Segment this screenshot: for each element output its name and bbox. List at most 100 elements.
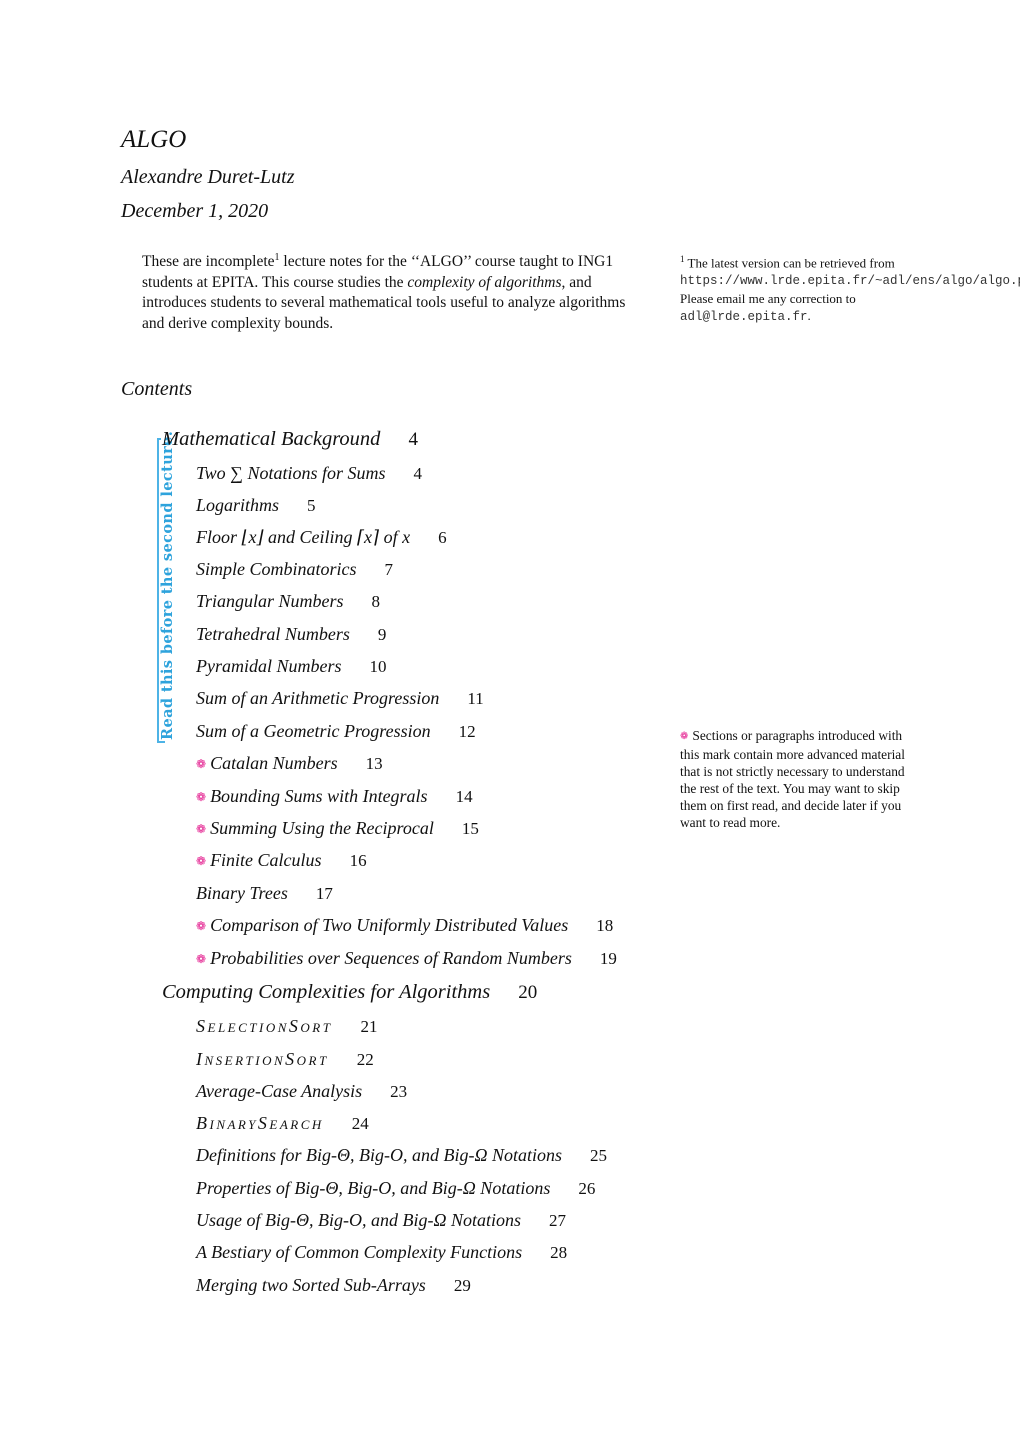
toc-section-entry[interactable]: Sum of an Arithmetic Progression 11: [196, 688, 484, 709]
toc-section-entry[interactable]: InsertionSort 22: [196, 1049, 374, 1070]
toc-entry-title[interactable]: Sum of a Geometric Progression: [196, 721, 431, 742]
toc-entry-page[interactable]: 6: [438, 528, 447, 548]
toc-entry-title[interactable]: Floor ⌊x⌋ and Ceiling ⌈x⌉ of x: [196, 527, 410, 548]
toc-entry-page[interactable]: 4: [408, 429, 418, 451]
toc-entry-page[interactable]: 15: [462, 819, 479, 839]
flower-icon: ❁: [680, 731, 689, 742]
abstract: These are incomplete1 lecture notes for …: [142, 248, 632, 334]
toc-entry-page[interactable]: 24: [352, 1114, 369, 1134]
toc-entry-page[interactable]: 29: [454, 1276, 471, 1296]
toc-entry-page[interactable]: 25: [590, 1146, 607, 1166]
toc-entry-page[interactable]: 10: [370, 657, 387, 677]
toc-section-entry[interactable]: ❁ Catalan Numbers 13: [196, 753, 383, 774]
toc-entry-title[interactable]: BinarySearch: [196, 1113, 324, 1134]
toc-entry-title[interactable]: Tetrahedral Numbers: [196, 624, 350, 645]
toc-entry-title[interactable]: Usage of Big-Θ, Big-O, and Big-Ω Notatio…: [196, 1210, 521, 1231]
toc-section-entry[interactable]: Simple Combinatorics 7: [196, 559, 393, 580]
toc-section-entry[interactable]: A Bestiary of Common Complexity Function…: [196, 1242, 567, 1263]
footnote-text: .: [807, 308, 811, 324]
sidebar-note: Read this before the second lecture.: [159, 430, 176, 740]
toc-entry-title[interactable]: Computing Complexities for Algorithms: [162, 981, 490, 1004]
toc-entry-page[interactable]: 27: [549, 1211, 566, 1231]
document-date: December 1, 2020: [121, 200, 269, 222]
toc-entry-page[interactable]: 21: [360, 1017, 377, 1037]
toc-entry-page[interactable]: 4: [414, 464, 423, 484]
toc-entry-page[interactable]: 26: [578, 1179, 595, 1199]
toc-entry-title[interactable]: Bounding Sums with Integrals: [210, 786, 428, 807]
toc-entry-page[interactable]: 16: [350, 851, 367, 871]
toc-entry-title[interactable]: Properties of Big-Θ, Big-O, and Big-Ω No…: [196, 1178, 550, 1199]
toc-entry-title[interactable]: Finite Calculus: [210, 850, 322, 871]
toc-entry-page[interactable]: 18: [596, 916, 613, 936]
document-title: ALGO: [121, 126, 187, 153]
toc-entry-title[interactable]: InsertionSort: [196, 1049, 329, 1070]
toc-section-entry[interactable]: Merging two Sorted Sub-Arrays 29: [196, 1275, 471, 1296]
toc-section-entry[interactable]: BinarySearch 24: [196, 1113, 369, 1134]
abstract-emphasis: complexity of algorithms: [407, 273, 562, 291]
flower-icon: ❁: [196, 854, 207, 868]
toc-section-entry[interactable]: Tetrahedral Numbers 9: [196, 624, 386, 645]
toc-section-entry[interactable]: Binary Trees 17: [196, 883, 333, 904]
toc-entry-page[interactable]: 20: [518, 982, 537, 1004]
toc-entry-title[interactable]: Binary Trees: [196, 883, 288, 904]
toc-section-entry[interactable]: Sum of a Geometric Progression 12: [196, 721, 476, 742]
toc-entry-page[interactable]: 17: [316, 884, 333, 904]
toc-section-entry[interactable]: Usage of Big-Θ, Big-O, and Big-Ω Notatio…: [196, 1210, 566, 1231]
toc-entry-title[interactable]: Summing Using the Reciprocal: [210, 818, 434, 839]
toc-entry-page[interactable]: 13: [366, 754, 383, 774]
toc-entry-title[interactable]: Simple Combinatorics: [196, 559, 357, 580]
toc-part-entry[interactable]: Mathematical Background 4: [162, 428, 418, 451]
document-author: Alexandre Duret-Lutz: [121, 166, 295, 188]
toc-entry-title[interactable]: Comparison of Two Uniformly Distributed …: [210, 915, 568, 936]
toc-entry-page[interactable]: 9: [378, 625, 387, 645]
toc-entry-title[interactable]: Sum of an Arithmetic Progression: [196, 688, 439, 709]
toc-entry-page[interactable]: 12: [459, 722, 476, 742]
footnote-text: The latest version can be retrieved from: [684, 255, 895, 271]
toc-entry-title[interactable]: Mathematical Background: [162, 428, 380, 451]
toc-section-entry[interactable]: SelectionSort 21: [196, 1016, 377, 1037]
toc-section-entry[interactable]: Two ∑ Notations for Sums 4: [196, 463, 422, 484]
toc-entry-page[interactable]: 14: [456, 787, 473, 807]
toc-section-entry[interactable]: Logarithms 5: [196, 495, 316, 516]
toc-entry-title[interactable]: Triangular Numbers: [196, 591, 344, 612]
toc-entry-title[interactable]: Pyramidal Numbers: [196, 656, 342, 677]
toc-section-entry[interactable]: ❁ Finite Calculus 16: [196, 850, 367, 871]
toc-entry-page[interactable]: 19: [600, 949, 617, 969]
toc-entry-title[interactable]: SelectionSort: [196, 1016, 332, 1037]
footnote-email-link[interactable]: adl@lrde.epita.fr: [680, 310, 808, 324]
toc-entry-title[interactable]: A Bestiary of Common Complexity Function…: [196, 1242, 522, 1263]
footnote-url-link[interactable]: https://www.lrde.epita.fr/~adl/ens/algo/…: [680, 274, 1020, 288]
toc-entry-title[interactable]: Average-Case Analysis: [196, 1081, 362, 1102]
toc-entry-title[interactable]: Probabilities over Sequences of Random N…: [210, 948, 572, 969]
toc-section-entry[interactable]: Triangular Numbers 8: [196, 591, 380, 612]
toc-section-entry[interactable]: ❁ Bounding Sums with Integrals 14: [196, 786, 473, 807]
footnote: 1 The latest version can be retrieved fr…: [680, 251, 1020, 326]
toc-entry-title[interactable]: Logarithms: [196, 495, 279, 516]
contents-heading: Contents: [121, 378, 193, 400]
toc-entry-page[interactable]: 11: [467, 689, 483, 709]
flower-icon: ❁: [196, 952, 207, 966]
toc-section-entry[interactable]: Pyramidal Numbers 10: [196, 656, 387, 677]
toc-entry-page[interactable]: 8: [372, 592, 381, 612]
toc-section-entry[interactable]: Definitions for Big-Θ, Big-O, and Big-Ω …: [196, 1145, 607, 1166]
toc-section-entry[interactable]: ❁ Comparison of Two Uniformly Distributed…: [196, 915, 613, 936]
toc-entry-page[interactable]: 23: [390, 1082, 407, 1102]
toc-section-entry[interactable]: Floor ⌊x⌋ and Ceiling ⌈x⌉ of x 6: [196, 527, 447, 548]
toc-section-entry[interactable]: ❁ Probabilities over Sequences of Random …: [196, 948, 617, 969]
toc-entry-page[interactable]: 22: [357, 1050, 374, 1070]
toc-entry-title[interactable]: Catalan Numbers: [210, 753, 338, 774]
advanced-note-text: Sections or paragraphs introduced with t…: [680, 728, 905, 830]
toc-entry-page[interactable]: 5: [307, 496, 316, 516]
toc-entry-title[interactable]: Definitions for Big-Θ, Big-O, and Big-Ω …: [196, 1145, 562, 1166]
toc-section-entry[interactable]: Properties of Big-Θ, Big-O, and Big-Ω No…: [196, 1178, 595, 1199]
flower-icon: ❁: [196, 757, 207, 771]
abstract-text: These are incomplete: [142, 253, 275, 271]
toc-section-entry[interactable]: ❁ Summing Using the Reciprocal 15: [196, 818, 479, 839]
toc-entry-page[interactable]: 28: [550, 1243, 567, 1263]
advanced-note: ❁ Sections or paragraphs introduced with …: [680, 727, 920, 831]
toc-entry-title[interactable]: Two ∑ Notations for Sums: [196, 463, 386, 484]
toc-entry-page[interactable]: 7: [385, 560, 394, 580]
toc-entry-title[interactable]: Merging two Sorted Sub-Arrays: [196, 1275, 426, 1296]
toc-section-entry[interactable]: Average-Case Analysis 23: [196, 1081, 407, 1102]
toc-part-entry[interactable]: Computing Complexities for Algorithms 20: [162, 981, 537, 1004]
